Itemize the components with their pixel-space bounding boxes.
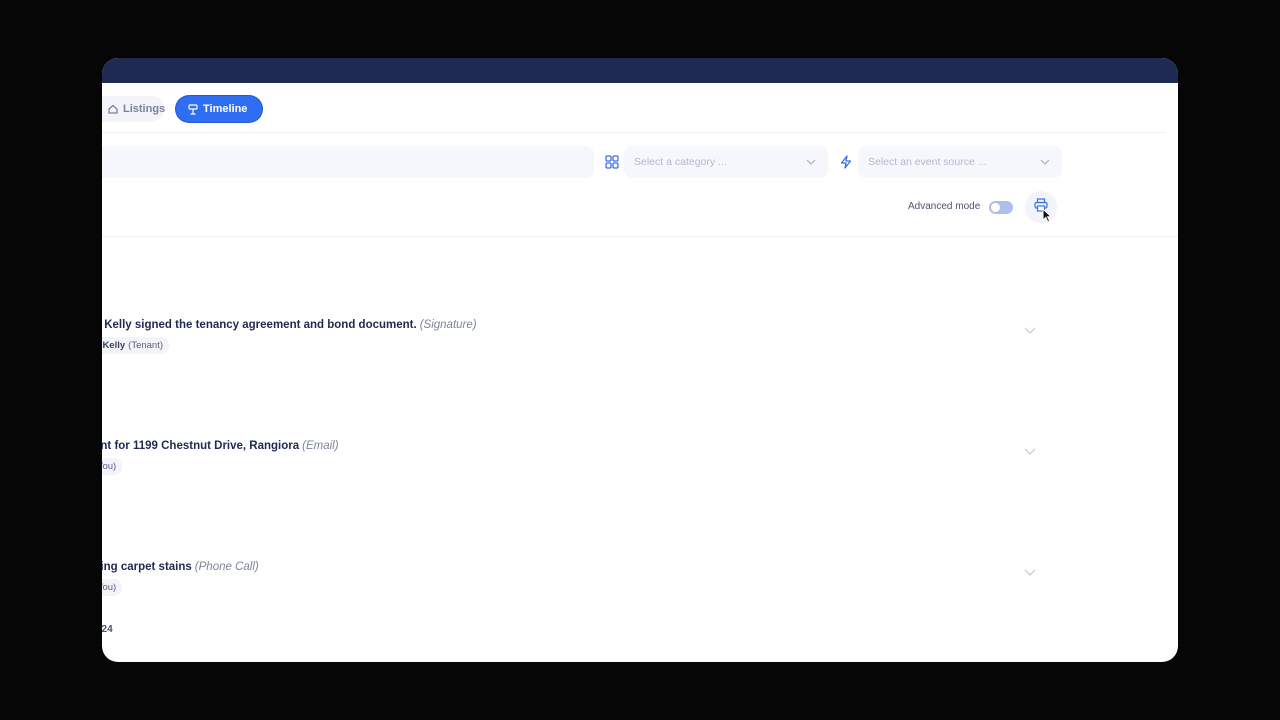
lightning-icon — [839, 155, 853, 169]
top-bar — [102, 58, 1178, 83]
chevron-down-icon — [806, 156, 816, 168]
category-select-placeholder: Select a category ... — [634, 156, 727, 168]
app-window: Listings Timeline Select a category ... … — [102, 58, 1178, 662]
section-divider — [102, 236, 1178, 237]
chevron-down-icon — [1040, 156, 1050, 168]
mouse-cursor-icon — [1042, 207, 1053, 228]
event-actor-badge: h Kelly(Tenant) — [102, 337, 170, 354]
event-type: (Phone Call) — [194, 561, 259, 573]
filter-bar: Select a category ... Select an event so… — [102, 146, 1178, 178]
event-actor-badge: You) — [102, 458, 123, 475]
event-actor-badge: You) — [102, 579, 123, 596]
event-actor-role: You) — [102, 461, 117, 472]
category-select[interactable]: Select a category ... — [624, 146, 828, 178]
advanced-mode-row: Advanced mode — [102, 191, 1178, 223]
tab-timeline-label: Timeline — [203, 103, 248, 115]
event-title: ent for 1199 Chestnut Drive, Rangiora (Em… — [102, 440, 339, 452]
advanced-mode-label: Advanced mode — [908, 201, 981, 212]
event-actor: h Kelly — [102, 340, 126, 351]
search-input[interactable] — [102, 146, 594, 178]
expand-chevron-icon[interactable] — [1024, 563, 1036, 581]
event-type: (Signature) — [419, 319, 477, 331]
expand-chevron-icon[interactable] — [1024, 442, 1036, 460]
event-source-select-placeholder: Select an event source ... — [868, 156, 987, 168]
event-actor-role: You) — [102, 582, 117, 593]
event-actor-role: (Tenant) — [128, 340, 164, 351]
grid-icon — [605, 155, 619, 169]
print-button[interactable] — [1025, 191, 1057, 223]
expand-chevron-icon[interactable] — [1024, 321, 1036, 339]
event-title: sing carpet stains (Phone Call) — [102, 561, 259, 573]
house-icon — [108, 104, 118, 114]
tab-timeline[interactable]: Timeline — [176, 96, 262, 122]
tab-listings-label: Listings — [123, 103, 166, 115]
tab-bar: Listings Timeline — [102, 83, 1166, 133]
event-date: 024 — [102, 624, 113, 635]
toggle-knob — [991, 203, 1000, 212]
event-type: (Email) — [302, 440, 339, 452]
advanced-mode-toggle[interactable] — [989, 201, 1013, 214]
tab-listings[interactable]: Listings — [102, 96, 166, 122]
event-source-select[interactable]: Select an event source ... — [858, 146, 1062, 178]
timeline-icon — [188, 103, 198, 115]
event-title: h Kelly signed the tenancy agreement and… — [102, 319, 477, 331]
